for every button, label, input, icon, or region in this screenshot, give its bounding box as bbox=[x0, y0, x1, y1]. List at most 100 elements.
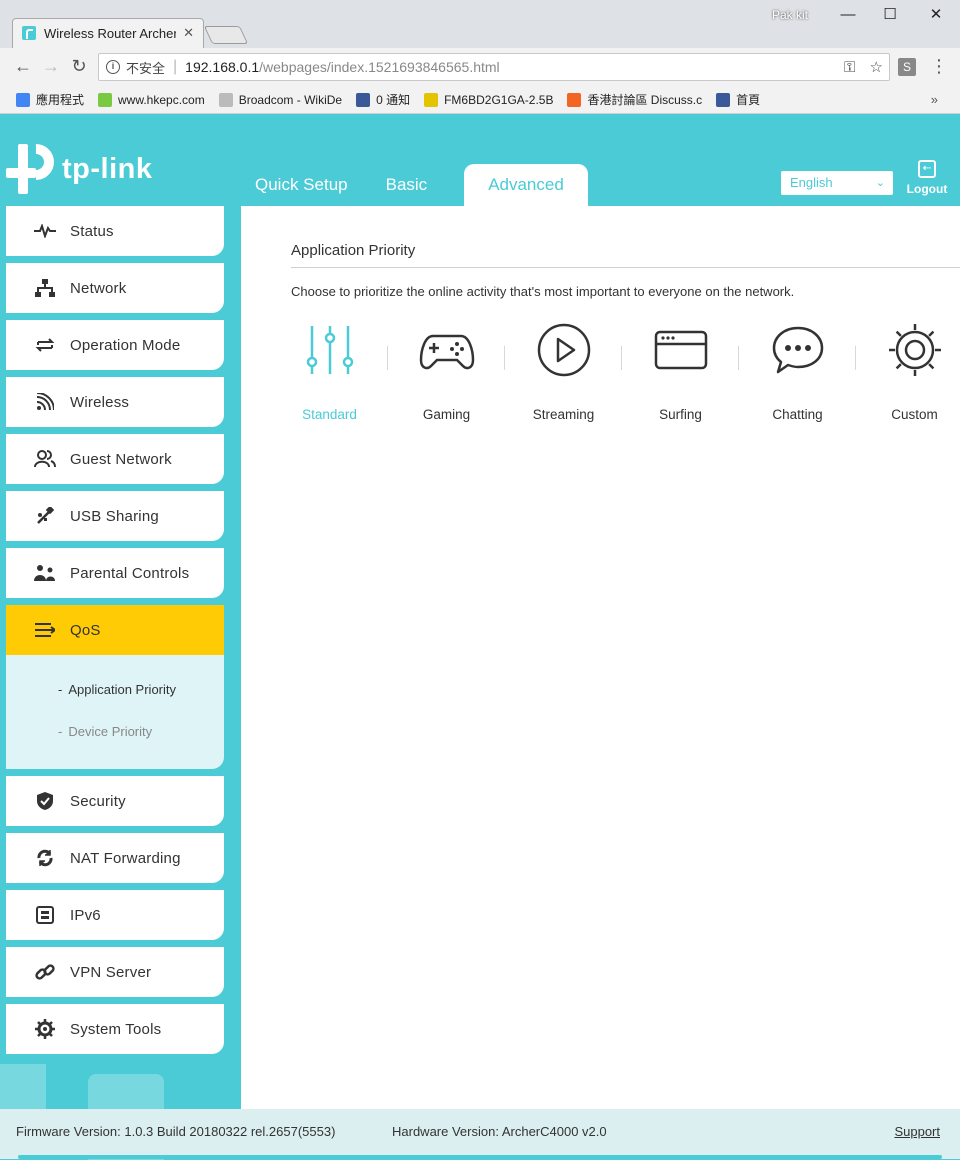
app-option-surfing[interactable]: Surfing bbox=[622, 320, 739, 422]
sidebar-item-guest-network[interactable]: Guest Network bbox=[6, 434, 224, 484]
tab-basic[interactable]: Basic bbox=[367, 164, 447, 206]
nat-icon bbox=[34, 847, 56, 869]
sidebar-item-label: QoS bbox=[70, 621, 101, 639]
url-path: /webpages/index.1521693846565.html bbox=[259, 59, 500, 75]
chevron-down-icon: ⌄ bbox=[875, 177, 885, 189]
sidebar-item-ipv6[interactable]: IPv6 bbox=[6, 890, 224, 940]
profile-name[interactable]: Pak kit bbox=[772, 8, 808, 22]
sidebar-item-usb-sharing[interactable]: USB Sharing bbox=[6, 491, 224, 541]
apps-grid-icon bbox=[16, 92, 30, 107]
sidebar-item-label: USB Sharing bbox=[70, 507, 159, 525]
bookmark-label: 香港討論區 Discuss.c bbox=[587, 93, 703, 107]
top-navigation: Quick Setup Basic Advanced bbox=[236, 164, 588, 206]
bookmark-label: 首頁 bbox=[736, 93, 761, 107]
hardware-version: Hardware Version: ArcherC4000 v2.0 bbox=[392, 1124, 607, 1139]
sidebar-item-wireless[interactable]: Wireless bbox=[6, 377, 224, 427]
omnibox-actions: ⚿ ☆ bbox=[844, 58, 883, 76]
address-bar[interactable]: i 不安全 | 192.168.0.1 /webpages/index.1521… bbox=[98, 53, 890, 81]
forward-button[interactable]: → bbox=[40, 56, 62, 77]
sidebar-item-nat-forwarding[interactable]: NAT Forwarding bbox=[6, 833, 224, 883]
browser-tab-content[interactable]: Wireless Router Archer C ✕ bbox=[12, 18, 204, 48]
app-option-standard[interactable]: Standard bbox=[271, 320, 388, 422]
sidebar-item-status[interactable]: Status bbox=[6, 206, 224, 256]
app-option-label: Streaming bbox=[532, 407, 595, 422]
more-bookmarks-icon[interactable]: » bbox=[931, 92, 938, 107]
sidebar-item-qos[interactable]: QoS bbox=[6, 605, 224, 655]
swap-icon bbox=[34, 334, 56, 356]
maximize-button[interactable]: ☐ bbox=[870, 4, 910, 26]
sidebar-item-network[interactable]: Network bbox=[6, 263, 224, 313]
browser-titlebar: Wireless Router Archer C ✕ Pak kit — ☐ ✕ bbox=[0, 0, 960, 48]
bookmark-item[interactable]: Broadcom - WikiDe bbox=[218, 92, 342, 107]
logo-text: tp-link bbox=[62, 152, 153, 185]
bookmark-item[interactable]: FM6BD2G1GA-2.5B bbox=[424, 92, 553, 107]
logout-label: Logout bbox=[906, 182, 948, 196]
sidebar-item-label: System Tools bbox=[70, 1020, 162, 1038]
sidebar-item-label: Wireless bbox=[70, 393, 130, 411]
tab-advanced[interactable]: Advanced bbox=[464, 164, 588, 206]
sidebar-item-security[interactable]: Security bbox=[6, 776, 224, 826]
speech-bubble-icon bbox=[567, 92, 582, 107]
language-select[interactable]: English ⌄ bbox=[780, 170, 894, 196]
sidebar-item-label: Status bbox=[70, 222, 114, 240]
app-option-streaming[interactable]: Streaming bbox=[505, 320, 622, 422]
submenu-label: Application Priority bbox=[68, 682, 176, 697]
page-description: Choose to prioritize the online activity… bbox=[291, 284, 795, 299]
gear-icon bbox=[888, 324, 941, 376]
qos-submenu: - Application Priority - Device Priority bbox=[6, 655, 224, 769]
usb-icon bbox=[34, 505, 56, 527]
logout-button[interactable]: ⇠ Logout bbox=[904, 160, 950, 196]
sidebar-item-vpn-server[interactable]: VPN Server bbox=[6, 947, 224, 997]
app-option-label: Chatting bbox=[772, 407, 823, 422]
application-priority-options: Standard Gaming Streaming Surfing Chatti… bbox=[271, 320, 960, 422]
link-icon bbox=[34, 961, 56, 983]
tab-quick-setup[interactable]: Quick Setup bbox=[236, 164, 367, 206]
submenu-item-application-priority[interactable]: - Application Priority bbox=[58, 669, 224, 711]
sidebar-item-label: Guest Network bbox=[70, 450, 172, 468]
horizontal-scrollbar[interactable] bbox=[18, 1155, 942, 1159]
minimize-button[interactable]: — bbox=[828, 4, 868, 26]
users-icon bbox=[34, 448, 56, 470]
app-option-label: Custom bbox=[891, 407, 938, 422]
submenu-item-device-priority[interactable]: - Device Priority bbox=[58, 711, 224, 753]
chrome-menu-icon[interactable]: ⋮ bbox=[930, 56, 948, 77]
close-tab-icon[interactable]: ✕ bbox=[183, 25, 194, 41]
bookmark-item[interactable]: www.hkepc.com bbox=[98, 92, 205, 107]
key-icon[interactable]: ⚿ bbox=[844, 59, 855, 76]
hkepc-icon bbox=[98, 92, 113, 107]
extension-icon[interactable]: S bbox=[898, 58, 916, 76]
insecure-label: 不安全 bbox=[126, 60, 166, 76]
app-option-custom[interactable]: Custom bbox=[856, 320, 960, 422]
bookmark-item[interactable]: 0 通知 bbox=[356, 91, 410, 108]
info-icon[interactable]: i bbox=[106, 60, 120, 74]
support-link[interactable]: Support bbox=[894, 1124, 940, 1139]
close-window-button[interactable]: ✕ bbox=[916, 4, 956, 26]
submenu-label: Device Priority bbox=[68, 724, 153, 739]
app-option-label: Gaming bbox=[422, 407, 471, 422]
facebook-icon bbox=[716, 92, 731, 107]
shield-icon bbox=[34, 790, 56, 812]
sidebar-item-system-tools[interactable]: System Tools bbox=[6, 1004, 224, 1054]
back-button[interactable]: ← bbox=[12, 56, 34, 77]
sidebar-item-operation-mode[interactable]: Operation Mode bbox=[6, 320, 224, 370]
bookmark-label: www.hkepc.com bbox=[118, 92, 205, 107]
bookmark-item[interactable]: 首頁 bbox=[716, 91, 760, 108]
reload-button[interactable]: ↻ bbox=[68, 56, 90, 77]
bookmark-label: 應用程式 bbox=[36, 93, 85, 107]
footer: Firmware Version: 1.0.3 Build 20180322 r… bbox=[0, 1109, 960, 1159]
tp-link-logo[interactable]: tp-link bbox=[6, 136, 153, 194]
page-icon bbox=[218, 92, 233, 107]
bookmarks-bar: 應用程式 www.hkepc.com Broadcom - WikiDe 0 通… bbox=[0, 86, 960, 114]
bookmark-item[interactable]: 應用程式 bbox=[16, 91, 84, 108]
sidebar-item-label: Network bbox=[70, 279, 127, 297]
browser-toolbar: ← → ↻ i 不安全 | 192.168.0.1 /webpages/inde… bbox=[0, 48, 960, 86]
app-option-gaming[interactable]: Gaming bbox=[388, 320, 505, 422]
sidebar-item-parental-controls[interactable]: Parental Controls bbox=[6, 548, 224, 598]
gamepad-icon bbox=[419, 334, 474, 370]
bookmark-item[interactable]: 香港討論區 Discuss.c bbox=[567, 91, 702, 108]
sidebar-item-label: VPN Server bbox=[70, 963, 152, 981]
app-option-chatting[interactable]: Chatting bbox=[739, 320, 856, 422]
browser-icon bbox=[654, 330, 707, 370]
new-tab-button[interactable] bbox=[203, 26, 249, 44]
bookmark-star-icon[interactable]: ☆ bbox=[870, 59, 883, 76]
